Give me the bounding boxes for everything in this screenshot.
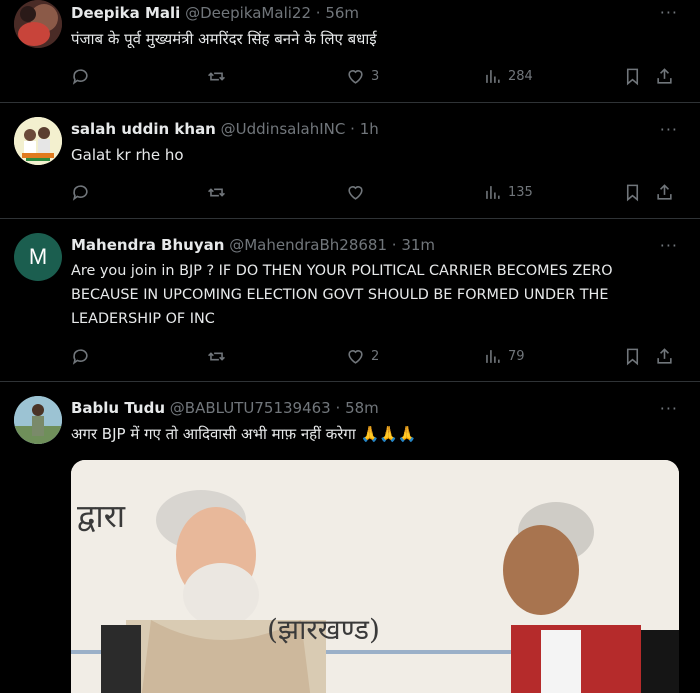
analytics-icon bbox=[486, 349, 500, 363]
heart-icon bbox=[348, 69, 363, 84]
like-button[interactable] bbox=[346, 182, 371, 202]
reply-button[interactable] bbox=[71, 182, 96, 202]
avatar[interactable] bbox=[14, 0, 62, 48]
dot-separator: · bbox=[350, 120, 355, 138]
like-button[interactable]: 2 bbox=[346, 346, 379, 366]
tweet-text: Galat kr rhe ho bbox=[71, 146, 184, 164]
reply-icon bbox=[72, 184, 88, 201]
tweet-header: Deepika Mali @DeepikaMali22 · 56m bbox=[71, 3, 359, 23]
bookmark-button[interactable] bbox=[623, 182, 642, 202]
dot-separator: · bbox=[391, 236, 397, 254]
action-bar: 135 bbox=[71, 182, 681, 202]
retweet-icon bbox=[208, 71, 225, 81]
share-icon bbox=[657, 67, 672, 84]
reply-button[interactable] bbox=[71, 346, 96, 366]
banner-text-jharkhand: (झारखण्ड) bbox=[267, 613, 380, 646]
retweet-icon bbox=[208, 187, 225, 197]
tweet-header: Bablu Tudu @BABLUTU75139463 · 58m bbox=[71, 398, 379, 418]
banner-text-dwara: द्वारा bbox=[77, 497, 126, 535]
share-button[interactable] bbox=[655, 66, 674, 86]
author-name[interactable]: salah uddin khan bbox=[71, 120, 216, 138]
timestamp[interactable]: 31m bbox=[401, 236, 435, 254]
tweet-media-image[interactable]: द्वारा (झारखण्ड) bbox=[71, 460, 679, 693]
author-handle[interactable]: @MahendraBh28681 bbox=[229, 236, 387, 254]
timestamp[interactable]: 58m bbox=[345, 399, 379, 417]
timestamp[interactable]: 1h bbox=[360, 120, 379, 138]
more-options-button[interactable]: ··· bbox=[660, 238, 678, 254]
views-button[interactable]: 135 bbox=[483, 182, 533, 202]
like-count: 3 bbox=[371, 68, 380, 84]
author-name[interactable]: Deepika Mali bbox=[71, 4, 180, 22]
retweet-button[interactable] bbox=[207, 66, 232, 86]
avatar[interactable] bbox=[14, 396, 62, 444]
action-bar: 3 284 bbox=[71, 66, 681, 86]
author-handle[interactable]: @UddinsalahINC bbox=[221, 120, 346, 138]
avatar[interactable] bbox=[14, 117, 62, 165]
retweet-icon bbox=[208, 351, 225, 361]
reply-button[interactable] bbox=[71, 66, 96, 86]
retweet-button[interactable] bbox=[207, 346, 232, 366]
tweet-1[interactable]: Deepika Mali @DeepikaMali22 · 56m ··· पं… bbox=[0, 0, 700, 103]
view-count: 284 bbox=[508, 68, 533, 84]
share-icon bbox=[657, 347, 672, 364]
dot-separator: · bbox=[315, 4, 321, 22]
more-options-button[interactable]: ··· bbox=[660, 401, 678, 417]
bookmark-icon bbox=[626, 348, 639, 365]
heart-icon bbox=[348, 185, 363, 200]
author-name[interactable]: Bablu Tudu bbox=[71, 399, 165, 417]
share-button[interactable] bbox=[655, 346, 674, 366]
views-button[interactable]: 284 bbox=[483, 66, 533, 86]
analytics-icon bbox=[486, 185, 500, 199]
views-button[interactable]: 79 bbox=[483, 346, 525, 366]
like-button[interactable]: 3 bbox=[346, 66, 379, 86]
tweet-header: Mahendra Bhuyan @MahendraBh28681 · 31m bbox=[71, 235, 435, 255]
tweet-text: अगर BJP में गए तो आदिवासी अभी माफ़ नहीं … bbox=[71, 425, 417, 443]
share-button[interactable] bbox=[655, 182, 674, 202]
more-options-button[interactable]: ··· bbox=[660, 122, 678, 138]
like-count: 2 bbox=[371, 348, 380, 364]
reply-icon bbox=[72, 348, 88, 365]
bookmark-icon bbox=[626, 68, 639, 85]
heart-icon bbox=[348, 349, 363, 364]
bookmark-button[interactable] bbox=[623, 66, 642, 86]
timestamp[interactable]: 56m bbox=[325, 4, 359, 22]
author-name[interactable]: Mahendra Bhuyan bbox=[71, 236, 224, 254]
more-options-button[interactable]: ··· bbox=[660, 5, 678, 21]
bookmark-icon bbox=[626, 184, 639, 201]
avatar[interactable]: M bbox=[14, 233, 62, 281]
tweet-2[interactable]: salah uddin khan @UddinsalahINC · 1h ···… bbox=[0, 103, 700, 219]
photo-illustration bbox=[71, 460, 679, 693]
share-icon bbox=[657, 183, 672, 200]
retweet-button[interactable] bbox=[207, 182, 232, 202]
author-handle[interactable]: @DeepikaMali22 bbox=[185, 4, 311, 22]
view-count: 79 bbox=[508, 348, 525, 364]
tweet-text: पंजाब के पूर्व मुख्यमंत्री अमरिंदर सिंह … bbox=[71, 30, 377, 48]
tweet-text: Are you join in BJP ? IF DO THEN YOUR PO… bbox=[71, 263, 613, 327]
view-count: 135 bbox=[508, 184, 533, 200]
avatar-letter: M bbox=[28, 244, 48, 269]
tweet-3[interactable]: M Mahendra Bhuyan @MahendraBh28681 · 31m… bbox=[0, 219, 700, 382]
bookmark-button[interactable] bbox=[623, 346, 642, 366]
tweet-header: salah uddin khan @UddinsalahINC · 1h bbox=[71, 119, 379, 139]
author-handle[interactable]: @BABLUTU75139463 bbox=[170, 399, 331, 417]
reply-icon bbox=[72, 68, 88, 85]
dot-separator: · bbox=[335, 399, 341, 417]
action-bar: 2 79 bbox=[71, 346, 681, 366]
analytics-icon bbox=[486, 69, 500, 83]
